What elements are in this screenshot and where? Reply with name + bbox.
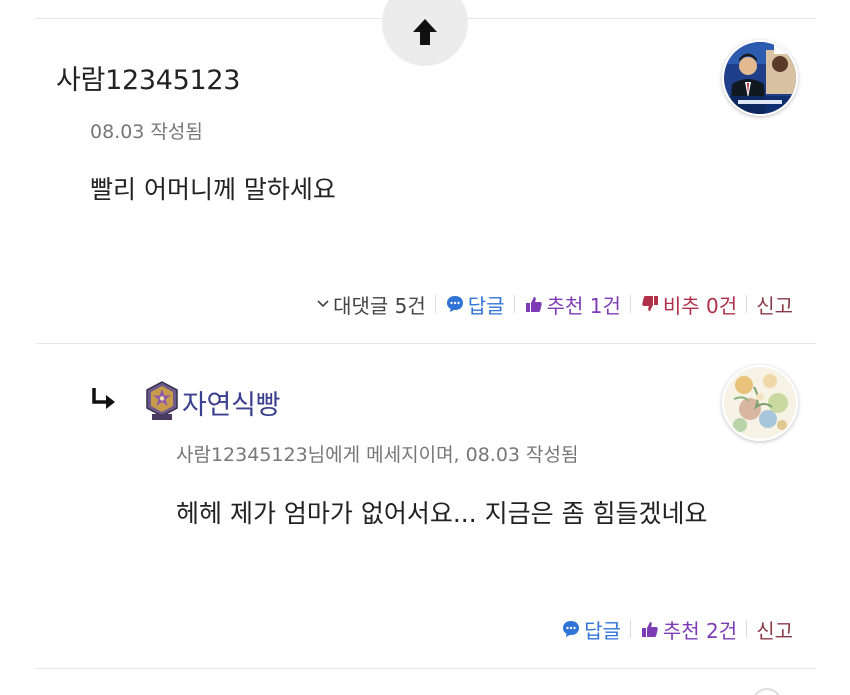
comment-meta: 08.03 작성됨 xyxy=(90,121,203,143)
recommend-label: 추천 1건 xyxy=(546,293,621,318)
thumbs-up-icon xyxy=(525,297,542,312)
avatar[interactable] xyxy=(722,40,798,116)
recommend-button[interactable]: 추천 1건 xyxy=(524,290,621,319)
arrow-up-icon xyxy=(413,19,437,45)
comment-meta: 사람12345123님에게 메세지이며, 08.03 작성됨 xyxy=(176,444,579,466)
thumbs-up-icon xyxy=(641,622,658,637)
divider xyxy=(36,343,816,344)
comment-body: 빨리 어머니께 말하세요 xyxy=(90,175,336,204)
report-label: 신고 xyxy=(756,618,793,643)
chevron-down-icon xyxy=(317,300,329,308)
avatar[interactable] xyxy=(722,365,798,441)
report-button[interactable]: 신고 xyxy=(756,615,793,644)
dislike-button[interactable]: 비추 0건 xyxy=(640,290,737,319)
thumbs-down-icon xyxy=(642,296,658,311)
comment-thread: 사람12345123 08.03 작성됨 빨리 어머니께 말하세요 대댓글 5건… xyxy=(0,0,850,695)
replies-toggle[interactable]: 대댓글 5건 xyxy=(316,290,426,319)
recommend-label: 추천 2건 xyxy=(662,618,738,643)
reply-button[interactable]: 답글 xyxy=(561,615,621,644)
report-label: 신고 xyxy=(756,293,793,318)
separator xyxy=(629,295,631,313)
recommend-button[interactable]: 추천 2건 xyxy=(640,615,737,644)
divider xyxy=(36,668,816,669)
dislike-label: 비추 0건 xyxy=(662,293,738,318)
comment-actions: 대댓글 5건 답글 추천 1건 비추 0건 신고 xyxy=(316,289,793,319)
reply-label: 답글 xyxy=(467,293,505,318)
news-anchor-avatar-icon xyxy=(724,42,796,114)
speech-bubble-icon xyxy=(446,296,463,312)
comment-author[interactable]: 자연식빵 xyxy=(182,383,280,422)
floral-illustration-avatar-icon xyxy=(724,367,796,439)
reply-button[interactable]: 답글 xyxy=(445,290,505,319)
reply-label: 답글 xyxy=(584,618,621,643)
speech-bubble-icon xyxy=(563,621,580,637)
separator xyxy=(434,295,436,313)
reply-arrow-icon xyxy=(92,388,115,409)
replies-count-label: 대댓글 5건 xyxy=(333,293,426,318)
separator xyxy=(629,620,631,638)
comment-actions: 답글 추천 2건 신고 xyxy=(561,614,793,644)
avatar[interactable] xyxy=(752,688,782,695)
separator xyxy=(513,295,515,313)
rank-badge-icon xyxy=(146,381,178,420)
comment-body: 헤헤 제가 엄마가 없어서요... 지금은 좀 힘들겠네요 xyxy=(176,499,708,528)
separator xyxy=(746,295,748,313)
scroll-to-top-button[interactable] xyxy=(382,0,468,66)
report-button[interactable]: 신고 xyxy=(756,290,793,319)
comment-author[interactable]: 사람12345123 xyxy=(56,58,240,97)
separator xyxy=(746,620,748,638)
